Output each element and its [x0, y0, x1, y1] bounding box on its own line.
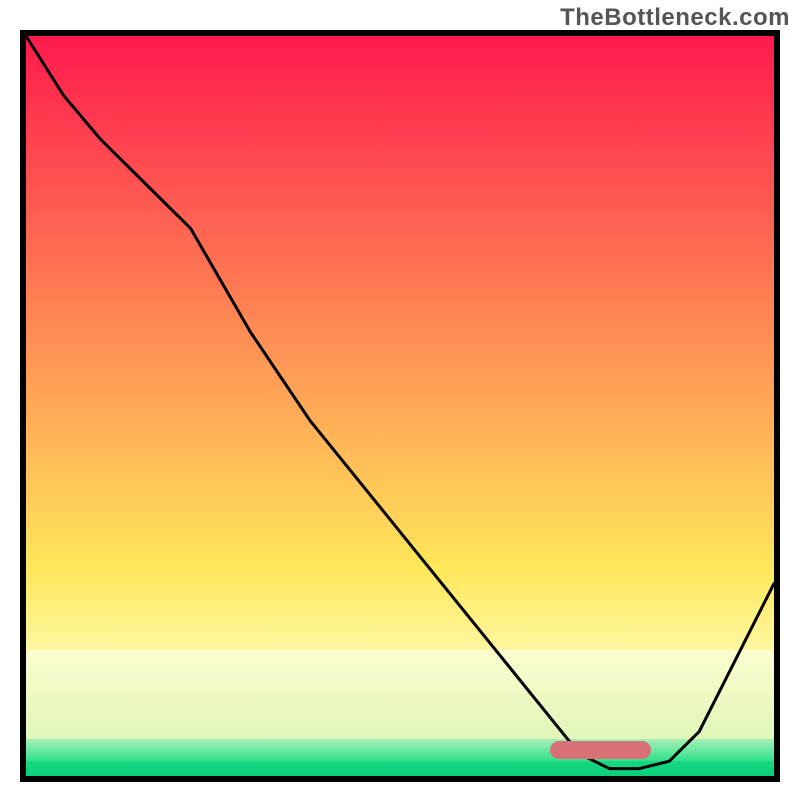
line-curve-layer: [26, 36, 774, 776]
optimal-range-marker: [550, 741, 651, 759]
bottleneck-curve: [26, 36, 774, 769]
chart-container: TheBottleneck.com: [0, 0, 800, 800]
watermark-text: TheBottleneck.com: [560, 4, 790, 32]
plot-area: [20, 30, 780, 782]
